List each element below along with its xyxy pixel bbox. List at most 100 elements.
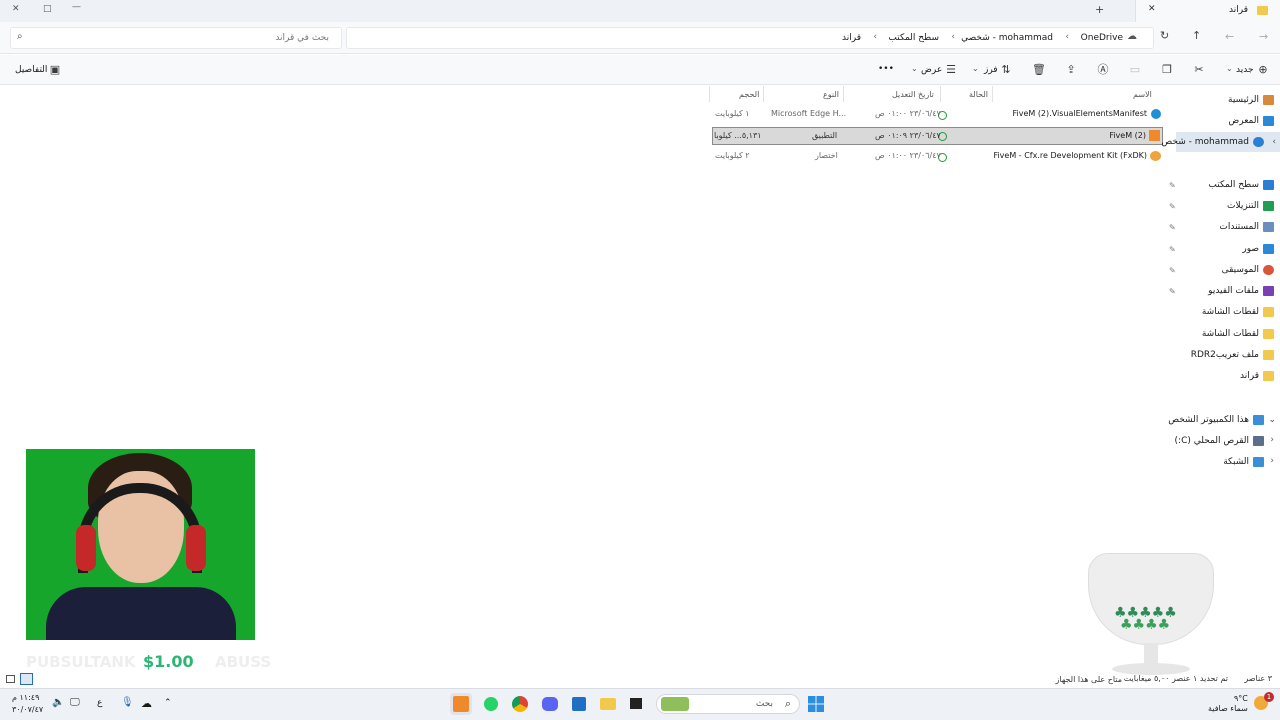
column-header-name[interactable]: الاسم bbox=[1133, 90, 1152, 99]
new-icon[interactable]: ⊕ bbox=[1254, 61, 1272, 79]
volume-icon[interactable]: 🔈 bbox=[52, 697, 64, 708]
sidebar-item-gallery[interactable]: المعرض bbox=[1228, 111, 1274, 131]
details-view-icon[interactable] bbox=[20, 673, 33, 685]
details-pane-icon[interactable]: ▣ bbox=[46, 61, 64, 79]
onedrive-tray-icon[interactable]: ☁ bbox=[141, 697, 152, 710]
rename-icon[interactable]: Ⓐ bbox=[1094, 61, 1112, 79]
cut-icon[interactable]: ✂ bbox=[1190, 61, 1208, 79]
column-header-type[interactable]: النوع bbox=[823, 90, 839, 99]
network-tray-icon[interactable]: 🖵 bbox=[70, 697, 80, 708]
taskbar-terminal[interactable] bbox=[625, 693, 647, 715]
new-button[interactable]: جديد bbox=[1236, 65, 1254, 75]
sidebar-item-downloads[interactable]: التنزيلات bbox=[1227, 196, 1274, 216]
share-icon[interactable]: ⇪ bbox=[1062, 61, 1080, 79]
breadcrumb-desktop[interactable]: سطح المكتب bbox=[888, 33, 939, 43]
tiles-view-icon[interactable] bbox=[6, 675, 15, 683]
view-icon[interactable]: ☰ bbox=[942, 61, 960, 79]
show-hidden-icons-button[interactable]: ⌃ bbox=[164, 698, 172, 708]
taskbar-store[interactable] bbox=[568, 693, 590, 715]
clover-icon: ♣♣♣♣ bbox=[1120, 617, 1171, 633]
items-count: ٣ عناصر bbox=[1244, 674, 1272, 683]
pin-icon[interactable]: ✎ bbox=[1169, 287, 1176, 296]
ticker-right-text: ABUSS bbox=[215, 653, 272, 671]
pin-icon[interactable]: ✎ bbox=[1169, 266, 1176, 275]
file-row[interactable]: FiveM (2).VisualElementsManifest ٢٣/٠٦/٤… bbox=[712, 106, 1163, 124]
more-options-button[interactable]: ••• bbox=[878, 64, 894, 74]
sidebar-item-this-pc[interactable]: هذا الكمبيوتر الشخص bbox=[1168, 410, 1264, 430]
folder-icon bbox=[1263, 349, 1274, 360]
close-window-button[interactable]: ✕ bbox=[12, 4, 20, 14]
minimize-window-button[interactable]: — bbox=[72, 2, 81, 12]
sidebar-item-local-disk[interactable]: القرص المحلي (C:) bbox=[1175, 431, 1264, 451]
maximize-window-button[interactable]: □ bbox=[43, 4, 52, 14]
input-language-button[interactable]: ع bbox=[97, 698, 102, 708]
pin-icon[interactable]: ✎ bbox=[1169, 202, 1176, 211]
sidebar-item-documents[interactable]: المستندات bbox=[1219, 217, 1274, 237]
details-button[interactable]: التفاصيل bbox=[15, 65, 47, 75]
sidebar-item-music[interactable]: الموسيقى bbox=[1222, 260, 1274, 280]
sort-button[interactable]: فرز bbox=[984, 65, 998, 75]
new-tab-button[interactable]: + bbox=[1095, 3, 1104, 16]
sidebar-item-pictures[interactable]: صور bbox=[1242, 239, 1274, 259]
delete-icon[interactable]: 🗑 bbox=[1030, 61, 1048, 79]
forward-button[interactable]: ← bbox=[1225, 30, 1234, 43]
tab-title: قراند bbox=[1229, 5, 1248, 15]
column-header-status[interactable]: الحالة bbox=[969, 90, 988, 99]
taskbar-chrome[interactable] bbox=[509, 693, 531, 715]
tab-qarand[interactable]: ✕ قراند bbox=[1135, 0, 1280, 22]
file-row[interactable]: FiveM - Cfx.re Development Kit (FxDK) ٢٣… bbox=[712, 148, 1163, 166]
breadcrumb-onedrive[interactable]: OneDrive bbox=[1081, 33, 1123, 43]
sidebar-item-screenshots-2[interactable]: لقطات الشاشة bbox=[1202, 324, 1274, 344]
column-divider[interactable] bbox=[940, 86, 941, 102]
sidebar-item-qarand[interactable]: قراند bbox=[1240, 366, 1274, 386]
chevron-right-icon[interactable]: › bbox=[1272, 132, 1276, 152]
microphone-icon[interactable]: 🎙 bbox=[121, 697, 134, 708]
column-divider[interactable] bbox=[709, 86, 710, 102]
up-button[interactable]: ↑ bbox=[1192, 29, 1201, 42]
sidebar-item-screenshots[interactable]: لقطات الشاشة bbox=[1202, 302, 1274, 322]
breadcrumb-current[interactable]: قراند bbox=[842, 33, 861, 43]
pc-icon bbox=[1253, 414, 1264, 425]
taskbar-whatsapp[interactable] bbox=[480, 693, 502, 715]
file-modified: ٢٣/٠٦/٤٧ ٠١:٠٠ ص bbox=[875, 109, 941, 118]
column-divider[interactable] bbox=[843, 86, 844, 102]
pin-icon[interactable]: ✎ bbox=[1169, 223, 1176, 232]
column-divider[interactable] bbox=[763, 86, 764, 102]
breadcrumb-personal[interactable]: شخصي - mohammad bbox=[961, 33, 1053, 43]
sidebar-item-rdr2[interactable]: ملف تعريبRDR2 bbox=[1191, 345, 1274, 365]
close-tab-icon[interactable]: ✕ bbox=[1148, 4, 1156, 14]
sidebar-item-desktop[interactable]: سطح المكتب bbox=[1208, 175, 1274, 195]
clock-time[interactable]: ١١:٤٩ م bbox=[12, 693, 39, 702]
sidebar-item-videos[interactable]: ملفات الفيديو bbox=[1208, 281, 1274, 301]
search-input[interactable]: بحث في قراند ⌕ bbox=[10, 27, 342, 49]
chevron-right-icon[interactable]: › bbox=[1270, 435, 1274, 445]
chevron-right-icon[interactable]: › bbox=[1270, 456, 1274, 466]
sidebar-item-home[interactable]: الرئيسية bbox=[1228, 90, 1274, 110]
refresh-button[interactable]: ↻ bbox=[1160, 29, 1169, 42]
ticker-left-text: PUBSULTANK bbox=[26, 653, 136, 671]
chrome-icon bbox=[512, 696, 528, 712]
paste-icon[interactable]: ▭ bbox=[1126, 61, 1144, 79]
view-button[interactable]: عرض bbox=[921, 65, 942, 75]
clock-date[interactable]: ٣٠/٠٧/٤٧ bbox=[12, 705, 43, 714]
pin-icon[interactable]: ✎ bbox=[1169, 245, 1176, 254]
taskbar-file-explorer[interactable] bbox=[597, 693, 619, 715]
file-row-selected[interactable]: FiveM (2) ٢٣/٠٦/٤٧ ٠١:٠٩ ص التطبيق ٥,١٣١… bbox=[712, 127, 1163, 145]
weather-widget[interactable]: 1 ٩°C سماء صافية bbox=[1208, 692, 1278, 716]
taskbar-fivem[interactable] bbox=[450, 693, 472, 715]
taskbar-search[interactable]: ⌕ بحث bbox=[656, 694, 800, 714]
pin-icon[interactable]: ✎ bbox=[1169, 181, 1176, 190]
copy-icon[interactable]: ❐ bbox=[1158, 61, 1176, 79]
taskbar-discord[interactable] bbox=[539, 693, 561, 715]
column-header-modified[interactable]: تاريخ التعديل bbox=[892, 90, 934, 99]
column-divider[interactable] bbox=[992, 86, 993, 102]
sidebar-item-onedrive[interactable]: mohammad - شخص › bbox=[1161, 132, 1280, 152]
column-header-size[interactable]: الحجم bbox=[739, 90, 759, 99]
chevron-down-icon[interactable]: ⌄ bbox=[1268, 415, 1276, 425]
back-button[interactable]: → bbox=[1259, 30, 1268, 43]
folder-icon bbox=[1263, 306, 1274, 317]
sidebar-item-network[interactable]: الشبكة bbox=[1223, 452, 1264, 472]
breadcrumb[interactable]: قراند ‹ سطح المكتب ‹ شخصي - mohammad ‹ O… bbox=[346, 27, 1154, 49]
sort-icon[interactable]: ⇅ bbox=[997, 61, 1015, 79]
start-button[interactable] bbox=[805, 693, 827, 715]
